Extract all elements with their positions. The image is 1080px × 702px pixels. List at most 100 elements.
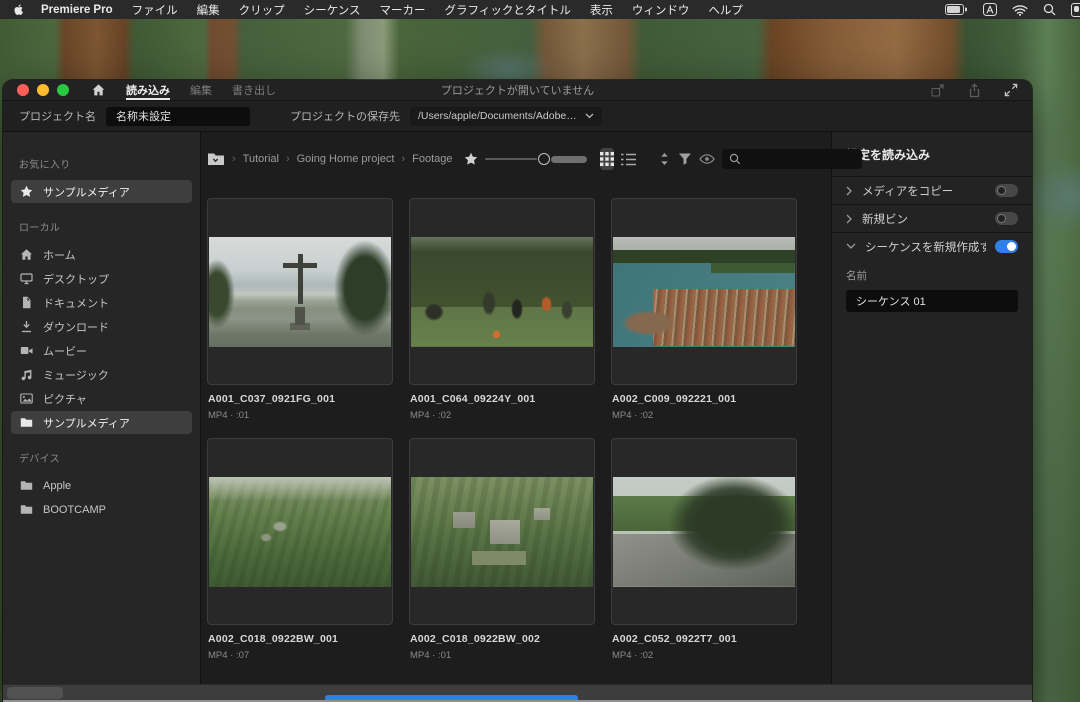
menu-item-view[interactable]: 表示 xyxy=(590,2,613,18)
minimize-button[interactable] xyxy=(37,84,49,96)
project-location-value: /Users/apple/Documents/Adobe/Premiere Pr… xyxy=(418,110,579,122)
clip-meta: MP4 · :02 xyxy=(612,650,797,661)
favorite-star-icon[interactable] xyxy=(464,152,478,166)
menu-item-clip[interactable]: クリップ xyxy=(239,2,285,18)
zoom-button[interactable] xyxy=(57,84,69,96)
sidebar-item-movies[interactable]: ムービー xyxy=(11,339,192,362)
sidebar-item-sample-media[interactable]: サンプルメディア xyxy=(11,411,192,434)
project-bar: プロジェクト名 プロジェクトの保存先 /Users/apple/Document… xyxy=(3,100,1032,132)
wifi-icon[interactable] xyxy=(1012,4,1028,16)
search-box[interactable] xyxy=(722,149,862,169)
slider-thumb[interactable] xyxy=(538,153,550,165)
setting-row-new-bin[interactable]: 新規ビン xyxy=(832,205,1032,233)
sidebar-item-home[interactable]: ホーム xyxy=(11,243,192,266)
spotlight-search-icon[interactable] xyxy=(1043,3,1056,16)
sidebar-item-downloads[interactable]: ダウンロード xyxy=(11,315,192,338)
project-name-input[interactable] xyxy=(106,107,250,126)
setting-row-copy-media[interactable]: メディアをコピー xyxy=(832,177,1032,205)
clip-card[interactable] xyxy=(207,438,393,625)
movie-camera-icon xyxy=(20,344,33,357)
tab-edit[interactable]: 編集 xyxy=(190,80,212,100)
clip-item[interactable]: A002_C052_0922T7_001 MP4 · :02 xyxy=(611,438,797,661)
setting-row-new-sequence[interactable]: シーケンスを新規作成する xyxy=(832,233,1032,260)
clip-card[interactable] xyxy=(611,198,797,385)
import-button-fragment[interactable] xyxy=(325,695,578,700)
slider-track[interactable] xyxy=(485,158,537,160)
new-sequence-toggle[interactable] xyxy=(995,240,1018,253)
menu-item-marker[interactable]: マーカー xyxy=(380,2,426,18)
breadcrumb-going-home-project[interactable]: Going Home project xyxy=(297,153,395,165)
filter-icon[interactable] xyxy=(678,152,692,166)
close-button[interactable] xyxy=(17,84,29,96)
breadcrumb-footage[interactable]: Footage xyxy=(412,153,452,165)
clip-thumbnail-ruins-aerial xyxy=(411,477,593,587)
clip-item[interactable]: A001_C037_0921FG_001 MP4 · :01 xyxy=(207,198,393,421)
clip-item[interactable]: A002_C018_0922BW_001 MP4 · :07 xyxy=(207,438,393,661)
breadcrumb-tutorial[interactable]: Tutorial xyxy=(243,153,279,165)
copy-media-toggle[interactable] xyxy=(995,184,1018,197)
sidebar-item-desktop[interactable]: デスクトップ xyxy=(11,267,192,290)
footer-button-fragment[interactable] xyxy=(7,687,63,699)
slider-track-filled[interactable] xyxy=(551,156,587,163)
share-icon[interactable] xyxy=(967,83,982,98)
tab-export[interactable]: 書き出し xyxy=(232,80,276,100)
clip-name: A002_C052_0922T7_001 xyxy=(612,633,797,645)
menu-item-edit[interactable]: 編集 xyxy=(197,2,220,18)
clip-card[interactable] xyxy=(611,438,797,625)
download-icon xyxy=(20,320,33,333)
project-location-select[interactable]: /Users/apple/Documents/Adobe/Premiere Pr… xyxy=(410,107,602,126)
sequence-name-input[interactable] xyxy=(846,290,1018,312)
chevron-right-icon[interactable] xyxy=(846,186,853,196)
clip-card[interactable] xyxy=(409,438,595,625)
sidebar-item-apple-device[interactable]: Apple xyxy=(11,474,192,497)
clip-meta: MP4 · :07 xyxy=(208,650,393,661)
chevron-right-icon[interactable] xyxy=(846,214,853,224)
sidebar-item-label: ドキュメント xyxy=(43,295,109,311)
mode-tabs: 読み込み 編集 書き出し xyxy=(126,80,276,100)
menu-item-sequence[interactable]: シーケンス xyxy=(304,2,361,18)
sidebar-item-label: デスクトップ xyxy=(43,271,109,287)
clip-item[interactable]: A001_C064_09224Y_001 MP4 · :02 xyxy=(409,198,595,421)
folder-dropdown-icon[interactable] xyxy=(207,152,225,166)
fullscreen-expand-icon[interactable] xyxy=(1004,83,1018,97)
clip-card[interactable] xyxy=(409,198,595,385)
list-view-button[interactable] xyxy=(621,148,636,170)
sidebar-item-pictures[interactable]: ピクチャ xyxy=(11,387,192,410)
setting-label: メディアをコピー xyxy=(862,183,986,199)
sidebar-item-bootcamp[interactable]: BOOTCAMP xyxy=(11,498,192,521)
sort-icon[interactable] xyxy=(658,152,671,166)
clip-name: A002_C018_0922BW_002 xyxy=(410,633,595,645)
quick-export-icon[interactable] xyxy=(930,83,945,98)
sidebar-item-documents[interactable]: ドキュメント xyxy=(11,291,192,314)
clip-card[interactable] xyxy=(207,198,393,385)
chevron-down-icon[interactable] xyxy=(846,243,856,250)
clip-grid: A001_C037_0921FG_001 MP4 · :01 A001_C064… xyxy=(207,198,817,661)
clip-thumbnail-jungle-aerial xyxy=(209,477,391,587)
home-icon[interactable] xyxy=(91,83,106,97)
menu-item-app[interactable]: Premiere Pro xyxy=(41,4,113,16)
sequence-name-group: 名前 xyxy=(832,260,1032,312)
apple-menu-icon[interactable] xyxy=(12,3,25,16)
menu-item-file[interactable]: ファイル xyxy=(132,2,178,18)
preview-eye-icon[interactable] xyxy=(699,153,715,165)
sidebar-item-sample-media-favorite[interactable]: サンプルメディア xyxy=(11,180,192,203)
menu-item-window[interactable]: ウィンドウ xyxy=(632,2,690,18)
tab-import[interactable]: 読み込み xyxy=(126,80,170,100)
clip-item[interactable]: A002_C018_0922BW_002 MP4 · :01 xyxy=(409,438,595,661)
input-source-icon[interactable] xyxy=(983,3,997,16)
menu-item-help[interactable]: ヘルプ xyxy=(708,2,743,18)
clip-meta: MP4 · :01 xyxy=(410,650,595,661)
search-input[interactable] xyxy=(747,152,855,166)
window-titlebar[interactable]: 読み込み 編集 書き出し プロジェクトが開いていません xyxy=(3,80,1032,100)
battery-icon[interactable] xyxy=(945,4,968,15)
grid-view-button[interactable] xyxy=(600,148,614,170)
clip-item[interactable]: A002_C009_092221_001 MP4 · :02 xyxy=(611,198,797,421)
new-bin-toggle[interactable] xyxy=(995,212,1018,225)
sidebar-item-label: サンプルメディア xyxy=(43,415,130,431)
thumbnail-size-slider[interactable] xyxy=(485,153,587,165)
browser-toolbar: › Tutorial › Going Home project › Footag… xyxy=(207,147,817,171)
sidebar-item-music[interactable]: ミュージック xyxy=(11,363,192,386)
control-center-icon[interactable] xyxy=(1071,3,1080,17)
home-icon xyxy=(20,248,33,261)
menu-item-graphics[interactable]: グラフィックとタイトル xyxy=(445,2,571,18)
